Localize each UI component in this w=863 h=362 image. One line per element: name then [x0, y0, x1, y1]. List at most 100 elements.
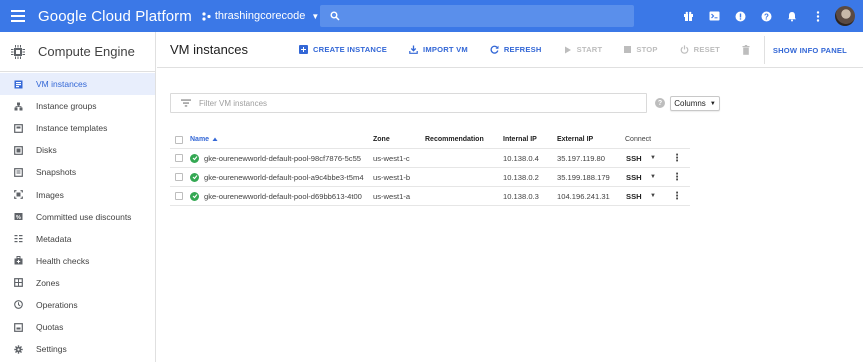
sidebar-item-instance-groups[interactable]: Instance groups	[0, 95, 155, 117]
gift-icon[interactable]	[675, 0, 701, 32]
top-app-bar: Google Cloud Platform thrashingcorecode …	[0, 0, 863, 32]
column-header-connect: Connect	[625, 136, 652, 143]
row-checkbox[interactable]	[175, 154, 183, 162]
sidebar-item-settings[interactable]: Settings	[0, 338, 155, 360]
sidebar-item-images[interactable]: Images	[0, 183, 155, 205]
internal-ip-cell: 10.138.0.3	[503, 191, 539, 201]
table-row[interactable]: gke-ourenewworld-default-pool-98cf7876-5…	[170, 149, 690, 168]
ssh-button[interactable]: SSH	[626, 187, 642, 205]
svg-text:?: ?	[764, 12, 769, 21]
column-header-recommendation[interactable]: Recommendation	[425, 131, 484, 148]
avatar[interactable]	[835, 6, 855, 26]
row-checkbox[interactable]	[175, 173, 183, 181]
chevron-down-icon: ▼	[709, 100, 716, 107]
more-vert-icon[interactable]	[805, 0, 831, 32]
column-header-internal-ip[interactable]: Internal IP	[503, 131, 537, 148]
column-header-external-ip[interactable]: External IP	[557, 131, 593, 148]
vm-instances-icon	[0, 80, 36, 89]
zone-cell: us-west1-b	[373, 172, 411, 182]
toolbar-divider	[764, 36, 765, 64]
refresh-button[interactable]: REFRESH	[490, 45, 542, 54]
search-icon	[330, 11, 340, 21]
brand-title[interactable]: Google Cloud Platform	[38, 8, 192, 25]
sidebar-item-label: Images	[36, 189, 64, 200]
start-button[interactable]: START	[564, 45, 603, 54]
disks-icon	[0, 145, 36, 155]
sidebar-item-label: Instance groups	[36, 101, 97, 112]
show-info-panel-button[interactable]: SHOW INFO PANEL	[773, 32, 847, 68]
power-icon	[680, 45, 689, 54]
sidebar-item-vm-instances[interactable]: VM instances	[0, 73, 155, 96]
select-all-checkbox[interactable]	[175, 135, 183, 144]
refresh-icon	[490, 45, 499, 54]
sidebar-item-operations[interactable]: Operations	[0, 294, 155, 316]
sidebar-item-instance-templates[interactable]: Instance templates	[0, 117, 155, 139]
cloud-shell-icon[interactable]	[701, 0, 727, 32]
internal-ip-cell: 10.138.0.4	[503, 153, 539, 163]
instance-templates-icon	[0, 123, 36, 133]
sidebar-item-metadata[interactable]: Metadata	[0, 228, 155, 250]
ssh-dropdown-chevron-icon[interactable]: ▼	[650, 168, 656, 186]
external-ip-cell[interactable]: 104.196.241.31	[557, 187, 610, 205]
status-running-icon	[190, 153, 199, 163]
instance-name-link[interactable]: gke-ourenewworld-default-pool-98cf7876-5…	[204, 149, 361, 167]
trash-icon	[742, 44, 750, 55]
ssh-dropdown-chevron-icon[interactable]: ▼	[650, 149, 656, 167]
sidebar-item-label: Settings	[36, 344, 67, 355]
more-actions-icon[interactable]: ⋮	[672, 168, 682, 186]
add-box-icon	[299, 45, 308, 54]
filter-list-icon	[181, 99, 191, 107]
table-row[interactable]: gke-ourenewworld-default-pool-d69bb613-4…	[170, 187, 690, 206]
project-dots-icon	[202, 11, 211, 21]
help-icon[interactable]: ?	[655, 98, 665, 108]
health-checks-icon	[0, 256, 36, 265]
chevron-down-icon: ▼	[311, 11, 320, 21]
more-actions-icon[interactable]: ⋮	[672, 149, 682, 167]
page-title: VM instances	[170, 42, 249, 57]
instance-name-link[interactable]: gke-ourenewworld-default-pool-d69bb613-4…	[204, 187, 362, 205]
filter-input[interactable]: Filter VM instances	[199, 99, 267, 108]
column-header-name[interactable]: Name	[190, 131, 218, 148]
delete-button[interactable]	[742, 44, 755, 55]
external-ip-cell[interactable]: 35.199.188.179	[557, 168, 610, 186]
reset-button[interactable]: RESET	[680, 45, 720, 54]
sidebar-item-health-checks[interactable]: Health checks	[0, 250, 155, 272]
images-icon	[0, 190, 36, 199]
settings-icon	[0, 344, 36, 354]
ssh-button[interactable]: SSH	[626, 168, 642, 186]
ssh-button[interactable]: SSH	[626, 149, 642, 167]
import-icon	[409, 45, 418, 54]
sidebar-item-label: Snapshots	[36, 167, 77, 178]
notifications-icon[interactable]	[779, 0, 805, 32]
help-icon[interactable]: ?	[753, 0, 779, 32]
columns-dropdown[interactable]: Columns ▼	[670, 96, 720, 111]
sidebar-item-snapshots[interactable]: Snapshots	[0, 161, 155, 183]
alert-icon[interactable]	[727, 0, 753, 32]
import-vm-button[interactable]: IMPORT VM	[409, 45, 468, 54]
play-icon	[564, 46, 571, 53]
filter-bar[interactable]: Filter VM instances	[170, 93, 647, 113]
ssh-dropdown-chevron-icon[interactable]: ▼	[650, 187, 656, 205]
sidebar-item-committed-use-discounts[interactable]: % Committed use discounts	[0, 206, 155, 228]
sidebar-item-label: Committed use discounts	[36, 211, 132, 222]
sidebar-item-zones[interactable]: Zones	[0, 272, 155, 294]
column-header-zone[interactable]: Zone	[373, 131, 390, 148]
sidebar-nav: VM instances Instance groups Instance te…	[0, 72, 155, 360]
hamburger-menu-icon[interactable]	[0, 0, 36, 32]
sidebar-item-quotas[interactable]: Quotas	[0, 316, 155, 338]
sidebar: Compute Engine VM instances Instance gro…	[0, 32, 156, 362]
sidebar-item-label: Zones	[36, 277, 60, 288]
row-checkbox[interactable]	[175, 192, 183, 200]
stop-button[interactable]: STOP	[624, 45, 657, 54]
sidebar-item-label: VM instances	[36, 79, 88, 90]
search-bar[interactable]	[320, 5, 634, 27]
table-row[interactable]: gke-ourenewworld-default-pool-a9c4bbe3-t…	[170, 168, 690, 187]
sidebar-item-disks[interactable]: Disks	[0, 139, 155, 161]
project-selector[interactable]: thrashingcorecode ▼	[202, 10, 319, 22]
quotas-icon	[0, 322, 36, 332]
more-actions-icon[interactable]: ⋮	[672, 187, 682, 205]
external-ip-cell[interactable]: 35.197.119.80	[557, 149, 605, 167]
instance-groups-icon	[0, 102, 36, 111]
instance-name-link[interactable]: gke-ourenewworld-default-pool-a9c4bbe3-t…	[204, 168, 364, 186]
create-instance-button[interactable]: CREATE INSTANCE	[299, 45, 387, 54]
